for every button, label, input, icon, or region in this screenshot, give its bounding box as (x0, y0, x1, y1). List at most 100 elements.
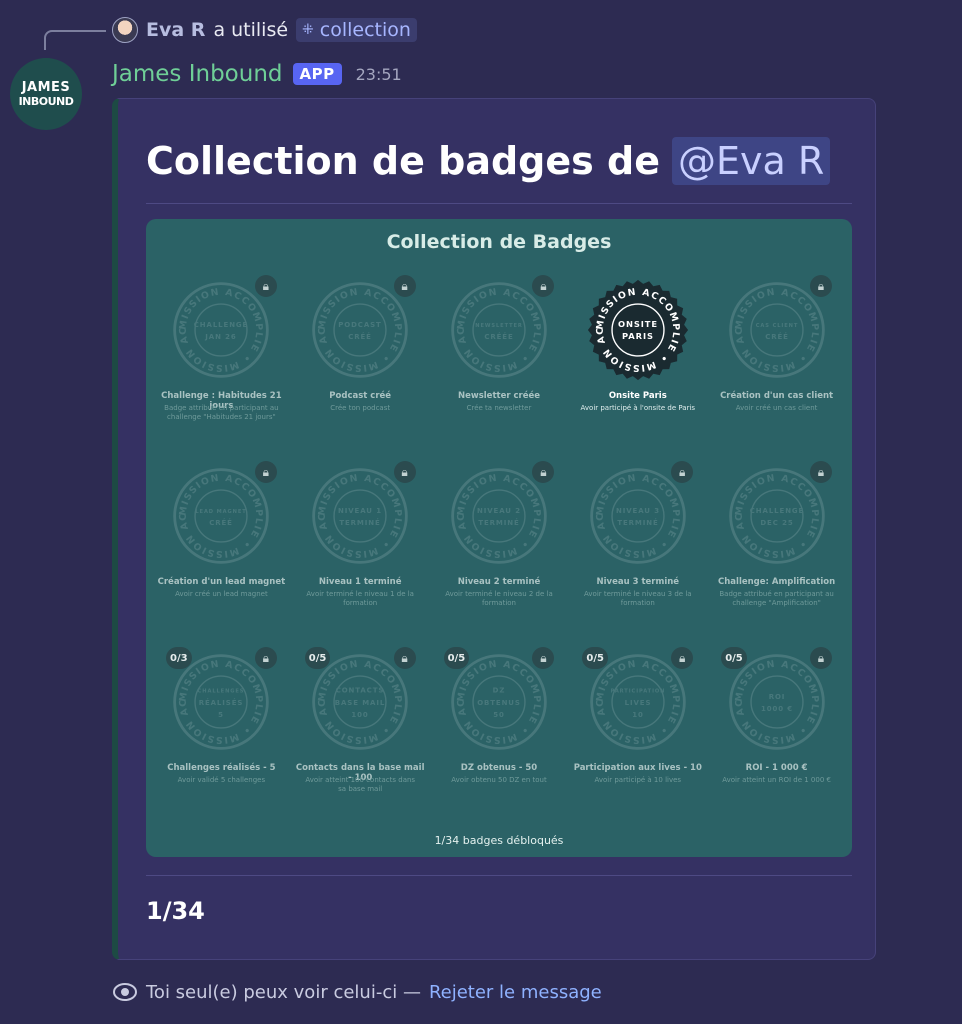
badge-seal: MISSION ACCOMPLIE • MISSION ACCOMPLIE •N… (587, 465, 686, 564)
svg-text:LEAD MAGNET: LEAD MAGNET (196, 509, 247, 515)
badge-name: Création d'un lead magnet (157, 577, 286, 587)
badge-item: MISSION ACCOMPLIE • MISSION ACCOMPLIE •R… (707, 639, 846, 825)
lock-icon: 🔒︎ (393, 647, 416, 669)
badge-description: Avoir validé 5 challenges (177, 776, 266, 784)
badge-name: Newsletter créée (457, 391, 541, 401)
badge-name: Participation aux lives - 10 (573, 763, 702, 773)
svg-text:BASE MAIL: BASE MAIL (335, 699, 385, 707)
ephemeral-notice: Toi seul(e) peux voir celui-ci — Rejeter… (112, 978, 602, 1006)
badge-item: MISSION ACCOMPLIE • MISSION ACCOMPLIE •C… (291, 639, 430, 825)
lock-icon: 🔒︎ (254, 647, 277, 669)
svg-text:PARIS: PARIS (622, 331, 654, 341)
avatar-logo-line1: JAMES (21, 80, 71, 95)
badge-name: DZ obtenus - 50 (460, 763, 538, 773)
badge-item: MISSION ACCOMPLIE • MISSION ACCOMPLIE •C… (707, 453, 846, 639)
svg-text:OBTENUS: OBTENUS (477, 699, 521, 707)
svg-text:CRÉÉ: CRÉÉ (348, 332, 372, 341)
message-timestamp[interactable]: 23:51 (356, 65, 402, 84)
svg-text:1000 €: 1000 € (761, 705, 793, 713)
badge-name: Niveau 2 terminé (457, 577, 541, 587)
reply-connector (44, 30, 106, 50)
badge-seal: MISSION ACCOMPLIE • MISSION ACCOMPLIE •O… (587, 279, 688, 381)
embed-footer-count: 1/34 (146, 897, 205, 925)
svg-text:DEC 25: DEC 25 (760, 519, 793, 527)
badge-item: MISSION ACCOMPLIE • MISSION ACCOMPLIE •N… (430, 453, 569, 639)
badge-seal: MISSION ACCOMPLIE • MISSION ACCOMPLIE •N… (309, 465, 408, 564)
badge-name: Niveau 3 terminé (596, 577, 680, 587)
svg-text:CRÉÉ: CRÉÉ (210, 518, 234, 527)
badge-item: MISSION ACCOMPLIE • MISSION ACCOMPLIE •N… (568, 453, 707, 639)
dismiss-message-link[interactable]: Rejeter le message (429, 982, 602, 1003)
command-mention[interactable]: ⁜ collection (296, 18, 417, 42)
badge-description: Crée ton podcast (330, 404, 391, 412)
svg-text:TERMINÉ: TERMINÉ (340, 518, 381, 527)
badge-description: Avoir participé à l'onsite de Paris (580, 404, 696, 412)
badge-item: MISSION ACCOMPLIE • MISSION ACCOMPLIE •P… (291, 267, 430, 453)
reply-user-name[interactable]: Eva R (146, 19, 205, 41)
lock-icon: 🔒︎ (671, 647, 694, 669)
svg-text:CHALLENGE: CHALLENGE (194, 321, 248, 329)
badge-seal: MISSION ACCOMPLIE • MISSION ACCOMPLIE •P… (309, 279, 408, 378)
svg-text:CHALLENGES: CHALLENGES (198, 689, 245, 695)
svg-text:PARTICIPATION: PARTICIPATION (610, 689, 665, 695)
badge-item: MISSION ACCOMPLIE • MISSION ACCOMPLIE •P… (568, 639, 707, 825)
badges-unlocked-summary: 1/34 badges débloqués (434, 834, 564, 847)
command-name: collection (319, 19, 411, 41)
lock-icon: 🔒︎ (254, 275, 277, 297)
badge-item: MISSION ACCOMPLIE • MISSION ACCOMPLIE •O… (568, 267, 707, 453)
svg-text:NEWSLETTER: NEWSLETTER (475, 323, 523, 329)
badge-name: Podcast créé (329, 391, 392, 401)
badge-item: MISSION ACCOMPLIE • MISSION ACCOMPLIE •C… (152, 267, 291, 453)
reply-action-text: a utilisé (213, 19, 289, 41)
badge-progress: 0/3 (166, 647, 192, 669)
badge-description: Avoir participé à 10 lives (594, 776, 682, 784)
badge-collection-image[interactable]: Collection de Badges MISSION ACCOMPLIE •… (146, 219, 852, 857)
message-header: James Inbound APP 23:51 (112, 58, 402, 90)
bot-name[interactable]: James Inbound (112, 61, 283, 87)
svg-text:TERMINÉ: TERMINÉ (617, 518, 658, 527)
reply-context: Eva R a utilisé ⁜ collection (112, 14, 417, 46)
badge-progress: 0/5 (304, 647, 331, 669)
badge-seal: MISSION ACCOMPLIE • MISSION ACCOMPLIE •L… (170, 465, 270, 564)
badge-item: MISSION ACCOMPLIE • MISSION ACCOMPLIE •C… (707, 267, 846, 453)
embed-title-text: Collection de badges de (146, 139, 660, 183)
svg-text:5: 5 (219, 711, 225, 719)
embed-title: Collection de badges de @Eva R (146, 137, 831, 185)
svg-text:DZ: DZ (493, 687, 506, 695)
svg-text:ROI: ROI (768, 693, 785, 701)
badge-item: MISSION ACCOMPLIE • MISSION ACCOMPLIE •L… (152, 453, 291, 639)
app-tag: APP (292, 63, 342, 85)
lock-icon: 🔒︎ (810, 647, 832, 669)
badge-description: Avoir terminé le niveau 2 de la formatio… (445, 590, 553, 608)
badge-description: Badge attribué en participant au challen… (164, 404, 279, 422)
badge-panel-title: Collection de Badges (386, 231, 612, 253)
badge-seal: MISSION ACCOMPLIE • MISSION ACCOMPLIE •N… (448, 279, 547, 378)
svg-text:NIVEAU 3: NIVEAU 3 (616, 507, 660, 515)
user-avatar[interactable] (112, 17, 138, 43)
avatar-logo-line2: INBOUND (18, 95, 74, 108)
badge-seal: MISSION ACCOMPLIE • MISSION ACCOMPLIE •C… (170, 279, 270, 378)
badge-description: Avoir créé un cas client (735, 404, 818, 412)
badge-seal: MISSION ACCOMPLIE • MISSION ACCOMPLIE •C… (726, 465, 825, 564)
bot-avatar[interactable]: JAMES INBOUND (10, 58, 82, 130)
badge-seal: MISSION ACCOMPLIE • MISSION ACCOMPLIE •C… (726, 279, 825, 378)
badge-description: Avoir atteint 100 contacts dans sa base … (305, 776, 416, 794)
lock-icon: 🔒︎ (532, 275, 555, 297)
badge-progress: 0/5 (582, 647, 608, 669)
svg-text:PODCAST: PODCAST (338, 321, 381, 329)
svg-text:RÉALISÉS: RÉALISÉS (199, 698, 244, 707)
svg-text:100: 100 (352, 711, 369, 719)
svg-text:NIVEAU 1: NIVEAU 1 (338, 507, 382, 515)
user-mention[interactable]: @Eva R (671, 137, 831, 185)
svg-text:10: 10 (632, 711, 644, 719)
svg-text:CRÉÉ: CRÉÉ (765, 332, 789, 341)
badge-item: MISSION ACCOMPLIE • MISSION ACCOMPLIE •C… (152, 639, 291, 825)
svg-text:LIVES: LIVES (624, 699, 651, 707)
lock-icon: 🔒︎ (393, 275, 416, 297)
badge-name: ROI - 1 000 € (745, 763, 808, 773)
badge-description: Crée ta newsletter (466, 404, 532, 412)
embed-divider-top (146, 203, 852, 204)
svg-text:50: 50 (493, 711, 505, 719)
embed-divider-bottom (146, 875, 852, 876)
svg-text:NIVEAU 2: NIVEAU 2 (477, 507, 521, 515)
